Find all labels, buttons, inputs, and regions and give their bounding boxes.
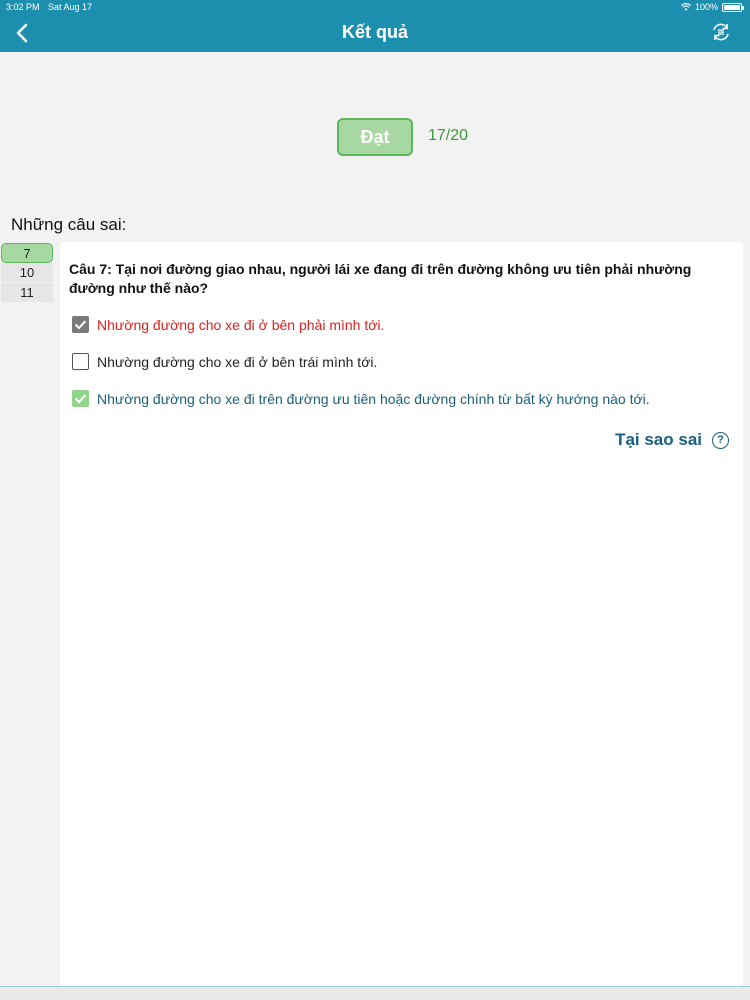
refresh-button[interactable] bbox=[710, 21, 732, 43]
score-text: 17/20 bbox=[428, 127, 469, 144]
battery-icon bbox=[722, 2, 744, 12]
answer-text: Nhường đường cho xe đi ở bên phải mình t… bbox=[97, 316, 385, 333]
app-header: 3:02 PM Sat Aug 17 100% Kết quả bbox=[0, 0, 750, 52]
status-time: 3:02 PM bbox=[6, 2, 40, 12]
status-date: Sat Aug 17 bbox=[48, 2, 93, 12]
why-wrong-link[interactable]: Tại sao sai ? bbox=[615, 430, 729, 450]
result-area: Đạt 17/20 bbox=[0, 52, 750, 202]
status-bar: 3:02 PM Sat Aug 17 100% bbox=[0, 0, 750, 14]
wrong-question-list: 7 10 11 bbox=[0, 243, 54, 303]
correct-checkbox-icon[interactable] bbox=[72, 390, 89, 407]
battery-percent: 100% bbox=[694, 2, 718, 12]
checked-checkbox-icon[interactable] bbox=[72, 316, 89, 333]
bottom-bar bbox=[0, 986, 750, 1000]
wifi-icon bbox=[680, 3, 691, 11]
wrong-question-item[interactable]: 11 bbox=[1, 283, 53, 303]
page-title: Kết quả bbox=[341, 22, 408, 42]
answer-option-2[interactable]: Nhường đường cho xe đi ở bên trái mình t… bbox=[72, 353, 377, 370]
answer-option-1[interactable]: Nhường đường cho xe đi ở bên phải mình t… bbox=[72, 316, 384, 333]
help-icon[interactable]: ? bbox=[712, 431, 729, 449]
answer-option-3[interactable]: Nhường đường cho xe đi trên đường ưu tiê… bbox=[72, 390, 650, 407]
unchecked-checkbox-icon[interactable] bbox=[72, 353, 89, 370]
status-right: 100% bbox=[680, 2, 744, 12]
wrong-questions-title: Những câu sai: bbox=[11, 215, 127, 234]
pass-badge: Đạt bbox=[337, 118, 413, 156]
wrong-question-item[interactable]: 10 bbox=[1, 263, 53, 283]
wrong-question-item[interactable]: 7 bbox=[1, 243, 53, 263]
answer-text: Nhường đường cho xe đi ở bên trái mình t… bbox=[97, 353, 378, 370]
question-text: Câu 7: Tại nơi đường giao nhau, người lá… bbox=[69, 261, 692, 296]
refresh-icon bbox=[713, 23, 729, 41]
question-panel: Câu 7: Tại nơi đường giao nhau, người lá… bbox=[60, 242, 743, 986]
why-wrong-label: Tại sao sai bbox=[615, 430, 702, 449]
answer-text: Nhường đường cho xe đi trên đường ưu tiê… bbox=[97, 390, 650, 407]
